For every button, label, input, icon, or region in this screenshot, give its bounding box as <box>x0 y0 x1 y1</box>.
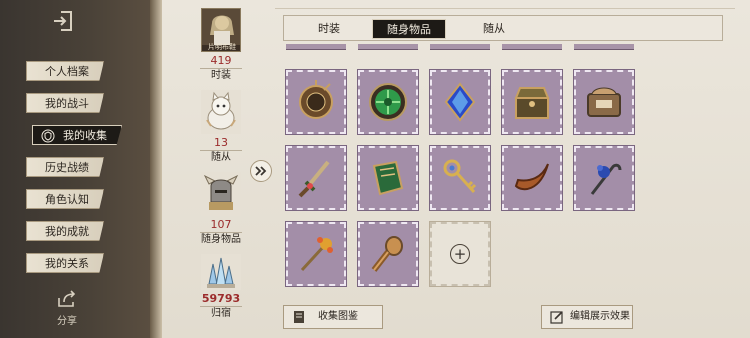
sidebar-item-label: 我的收集 <box>63 129 107 142</box>
collection-catalog-label: 收集图鉴 <box>318 311 358 322</box>
tab-costumes[interactable]: 时装 <box>294 19 364 39</box>
green-clover-orb-icon <box>369 83 407 121</box>
blue-crystal-icon <box>444 82 476 122</box>
cat-pet-icon <box>206 91 236 130</box>
edit-display-label: 编辑展示效果 <box>570 311 630 322</box>
item-count: 107 <box>210 218 232 231</box>
scrolled-slot <box>286 44 346 50</box>
left-panel: 个人档案 我的战斗 我的收集 历史战绩 角色认知 我的成就 我的关系 分享 <box>0 0 150 338</box>
share-icon <box>58 290 76 307</box>
double-chevron-right-icon <box>255 166 267 176</box>
blue-rose-cane-icon <box>590 163 622 195</box>
collection-catalog-button[interactable]: 收集图鉴 <box>283 305 383 329</box>
exit-door-icon[interactable] <box>52 10 74 32</box>
treasure-chest-icon <box>514 87 550 119</box>
sidebar-item-battles[interactable]: 我的战斗 <box>26 93 104 113</box>
scrolled-slot <box>574 44 634 50</box>
green-book-icon <box>372 160 404 196</box>
item-slot[interactable] <box>285 145 347 211</box>
sidebar-item-label: 我的成就 <box>45 225 89 238</box>
items-grid: + <box>284 44 635 287</box>
golden-key-icon <box>443 159 477 194</box>
costume-portrait: 片明布鞋 <box>201 8 241 52</box>
top-frame-line <box>275 8 735 9</box>
item-slot[interactable] <box>429 69 491 135</box>
item-slot[interactable] <box>573 69 635 135</box>
sidebar-item-label: 历史战绩 <box>45 161 89 174</box>
scrolled-slot <box>430 44 490 50</box>
residence-count: 59793 <box>201 292 241 305</box>
costume-name-badge: 片明布鞋 <box>208 43 236 51</box>
expand-arrow-button[interactable] <box>250 160 272 182</box>
plus-icon: + <box>450 244 470 264</box>
residence-portrait <box>201 254 241 290</box>
category-tabs: 时装 随身物品 随从 <box>283 15 723 41</box>
sidebar-item-achievements[interactable]: 我的成就 <box>26 221 104 241</box>
tab-pets[interactable]: 随从 <box>459 19 529 39</box>
add-item-slot[interactable]: + <box>429 221 491 287</box>
edit-display-button[interactable]: 编辑展示效果 <box>541 305 633 329</box>
panel-divider <box>150 0 162 338</box>
sidebar-item-label: 我的关系 <box>45 257 89 270</box>
sidebar-item-label: 个人档案 <box>45 65 89 78</box>
costume-label: 时装 <box>200 68 242 83</box>
pet-portrait <box>201 90 241 134</box>
bronze-microphone-icon <box>371 236 403 272</box>
jeweled-dagger-icon <box>298 160 330 198</box>
sidebar-menu: 个人档案 我的战斗 我的收集 历史战绩 角色认知 我的成就 我的关系 <box>26 61 138 285</box>
item-slot[interactable] <box>501 69 563 135</box>
crystal-cluster-icon <box>207 257 235 288</box>
item-slot[interactable] <box>429 145 491 211</box>
ornate-dial-icon <box>299 80 333 119</box>
item-slot[interactable] <box>357 145 419 211</box>
edit-pencil-icon <box>550 311 563 324</box>
stats-column: 片明布鞋 419 时装 13 随从 107 随身物品 59793 归宿 <box>194 8 248 336</box>
scrolled-slot <box>358 44 418 50</box>
shield-icon <box>41 129 55 143</box>
item-slot[interactable] <box>501 145 563 211</box>
book-icon <box>294 311 304 323</box>
pet-count: 13 <box>214 136 228 149</box>
stat-costumes[interactable]: 片明布鞋 419 时装 <box>194 8 248 90</box>
costume-count: 419 <box>210 54 232 67</box>
boomerang-icon <box>514 163 549 191</box>
item-slot[interactable] <box>357 221 419 287</box>
sidebar-item-profile[interactable]: 个人档案 <box>26 61 104 81</box>
sidebar-item-label: 角色认知 <box>45 193 89 206</box>
item-slot[interactable] <box>573 145 635 211</box>
stat-items[interactable]: 107 随身物品 <box>194 172 248 254</box>
tab-carry-items[interactable]: 随身物品 <box>372 19 446 39</box>
item-slot[interactable] <box>357 69 419 135</box>
sidebar-item-relations[interactable]: 我的关系 <box>26 253 104 273</box>
item-label: 随身物品 <box>200 232 242 245</box>
pet-label: 随从 <box>200 150 242 165</box>
item-portrait <box>201 172 241 216</box>
sidebar-item-character[interactable]: 角色认知 <box>26 189 104 209</box>
sidebar-item-history[interactable]: 历史战绩 <box>26 157 104 177</box>
flower-scepter-icon <box>300 237 333 272</box>
antique-box-icon <box>587 87 621 117</box>
item-slot[interactable] <box>285 221 347 287</box>
residence-label: 归宿 <box>200 306 242 321</box>
share-label: 分享 <box>57 316 77 327</box>
knight-helmet-icon <box>203 174 239 210</box>
sidebar-item-collection[interactable]: 我的收集 <box>32 125 122 145</box>
scrolled-slot <box>502 44 562 50</box>
stat-pets[interactable]: 13 随从 <box>194 90 248 172</box>
share-button[interactable]: 分享 <box>52 290 82 327</box>
stat-residence[interactable]: 59793 归宿 <box>194 254 248 336</box>
sidebar-item-label: 我的战斗 <box>45 97 89 110</box>
item-slot[interactable] <box>285 69 347 135</box>
